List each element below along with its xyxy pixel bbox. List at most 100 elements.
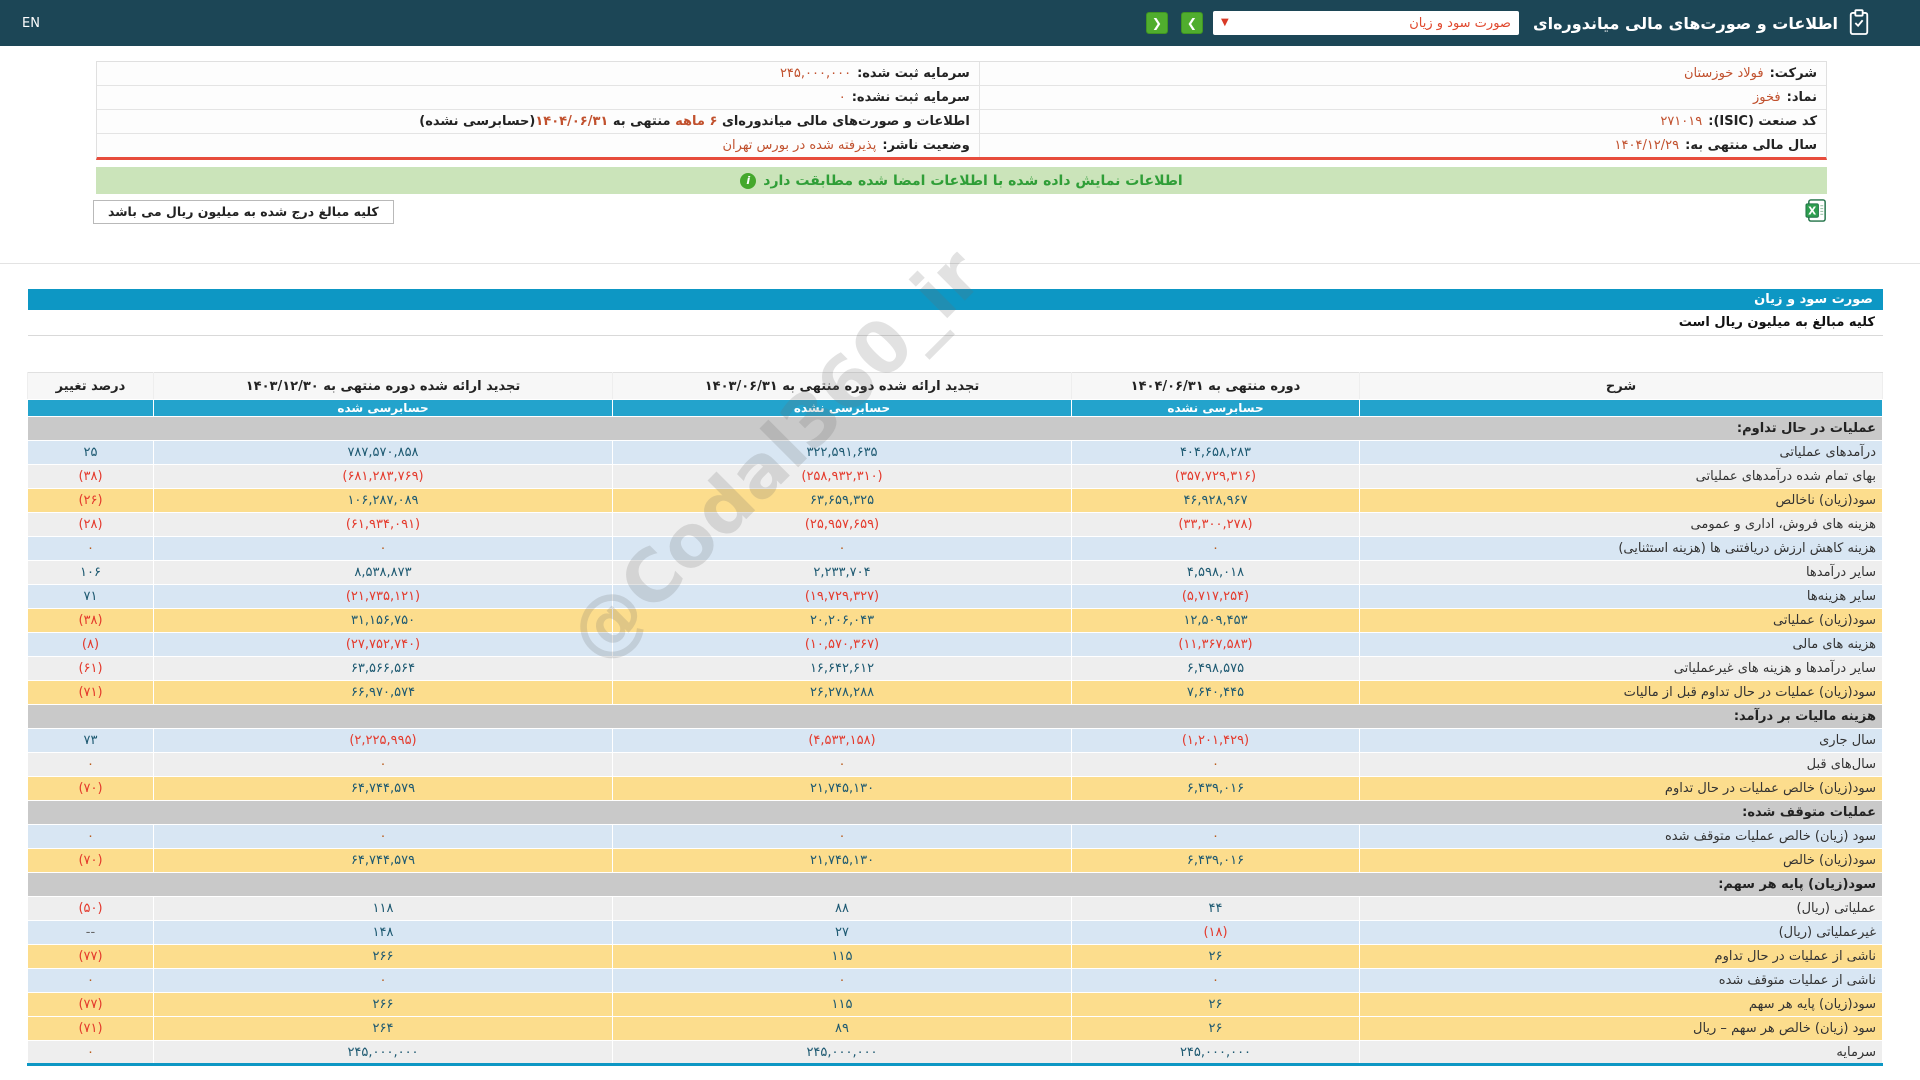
- period-description-cell: اطلاعات و صورت‌های مالی میاندوره‌ای ۶ ما…: [97, 110, 979, 133]
- period-desc-part1: اطلاعات و صورت‌های مالی میاندوره‌ای: [721, 114, 970, 129]
- cell-description: سود (زیان) خالص هر سهم – ریال: [1359, 1016, 1883, 1041]
- cell-description: سود(زیان) خالص: [1359, 848, 1883, 873]
- cell-period2: (۲۵۸,۹۳۲,۳۱۰): [612, 464, 1072, 489]
- header-audit-status-row: حسابرسی نشده حسابرسی نشده حسابرسی شده: [27, 399, 1883, 417]
- cell-description: سال جاری: [1359, 728, 1883, 753]
- cell-change-percent: (۷۰): [27, 776, 154, 801]
- section-row: هزینه مالیات بر درآمد:: [27, 704, 1883, 729]
- cell-change-percent: ۷۳: [27, 728, 154, 753]
- cell-period2: ۰: [612, 968, 1072, 993]
- symbol-cell: نماد: فخوز: [978, 86, 1826, 109]
- isic-label: کد صنعت (ISIC):: [1708, 114, 1817, 129]
- cell-description: درآمدهای عملیاتی: [1359, 440, 1883, 465]
- cell-period3: (۶۱,۹۳۴,۰۹۱): [153, 512, 613, 537]
- table-row: ناشی از عملیات متوقف شده ۰ ۰ ۰ ۰: [27, 968, 1883, 993]
- cell-description: سایر هزینه‌ها: [1359, 584, 1883, 609]
- clipboard-icon: [1849, 9, 1869, 35]
- cell-period2: ۲۷: [612, 920, 1072, 945]
- period-desc-part4: ۱۴۰۴/۰۶/۳۱: [535, 114, 609, 129]
- section-label: عملیات متوقف شده:: [27, 800, 1883, 825]
- cell-period1: ۰: [1071, 752, 1360, 777]
- isic-value: ۲۷۱۰۱۹: [1660, 114, 1703, 129]
- nav-back-button[interactable]: ❮: [1145, 12, 1168, 34]
- excel-export-button[interactable]: X: [1805, 199, 1828, 222]
- header-change-sub: [27, 399, 154, 417]
- cell-change-percent: ۲۵: [27, 440, 154, 465]
- period-desc-part3: منتهی به: [612, 114, 671, 129]
- cell-period3: ۲۶۶: [153, 944, 613, 969]
- table-row: سایر هزینه‌ها (۵,۷۱۷,۲۵۴) (۱۹,۷۲۹,۳۲۷) (…: [27, 584, 1883, 609]
- cell-change-percent: (۲۶): [27, 488, 154, 513]
- cell-description: غیرعملیاتی (ریال): [1359, 920, 1883, 945]
- cell-period2: ۲۰,۲۰۶,۰۴۳: [612, 608, 1072, 633]
- cell-period1: (۳۵۷,۷۲۹,۳۱۶): [1071, 464, 1360, 489]
- unregistered-capital-cell: سرمایه ثبت نشده: ۰: [97, 86, 979, 109]
- cell-period1: ۶,۴۹۸,۵۷۵: [1071, 656, 1360, 681]
- cell-period3: ۶۳,۵۶۶,۵۶۴: [153, 656, 613, 681]
- cell-period2: ۲,۲۳۳,۷۰۴: [612, 560, 1072, 585]
- cell-period1: ۰: [1071, 824, 1360, 849]
- cell-change-percent: ۰: [27, 824, 154, 849]
- registered-capital-cell: سرمایه ثبت شده: ۲۴۵,۰۰۰,۰۰۰: [97, 62, 979, 85]
- table-row: سود(زیان) عملیات در حال تداوم قبل از مال…: [27, 680, 1883, 705]
- info-row-company: شرکت: فولاد خوزستان سرمایه ثبت شده: ۲۴۵,…: [97, 62, 1826, 86]
- period-desc-part5: (حسابرسی نشده): [419, 114, 536, 129]
- registered-capital-label: سرمایه ثبت شده:: [857, 66, 970, 81]
- cell-change-percent: ۱۰۶: [27, 560, 154, 585]
- cell-period3: (۶۸۱,۲۸۳,۷۶۹): [153, 464, 613, 489]
- language-toggle[interactable]: EN: [22, 16, 40, 31]
- table-row: سود(زیان) پایه هر سهم ۲۶ ۱۱۵ ۲۶۶ (۷۷): [27, 992, 1883, 1017]
- table-row: هزینه کاهش ارزش دریافتنی ها (هزینه استثن…: [27, 536, 1883, 561]
- header-period3: تجدید ارائه شده دوره منتهی به ۱۴۰۳/۱۲/۳۰: [153, 372, 613, 400]
- cell-period2: ۶۳,۶۵۹,۳۲۵: [612, 488, 1072, 513]
- nav-forward-button[interactable]: ❯: [1180, 12, 1203, 34]
- statement-title-bar: صورت سود و زیان: [28, 289, 1883, 310]
- table-row: سال‌های قبل ۰ ۰ ۰ ۰: [27, 752, 1883, 777]
- cell-period2: ۰: [612, 824, 1072, 849]
- cell-period3: ۱۱۸: [153, 896, 613, 921]
- cell-period3: ۶۴,۷۴۴,۵۷۹: [153, 776, 613, 801]
- table-row: درآمدهای عملیاتی ۴۰۴,۶۵۸,۲۸۳ ۳۲۲,۵۹۱,۶۳۵…: [27, 440, 1883, 465]
- cell-period1: ۴۶,۹۲۸,۹۶۷: [1071, 488, 1360, 513]
- cell-description: بهای تمام شده درآمدهای عملیاتی: [1359, 464, 1883, 489]
- cell-description: سود(زیان) پایه هر سهم: [1359, 992, 1883, 1017]
- header-period1: دوره منتهی به ۱۴۰۴/۰۶/۳۱: [1071, 372, 1360, 400]
- cell-period1: ۷,۶۴۰,۴۴۵: [1071, 680, 1360, 705]
- page-title: اطلاعات و صورت‌های مالی میاندوره‌ای: [1532, 13, 1838, 33]
- cell-period3: ۸,۵۳۸,۸۷۳: [153, 560, 613, 585]
- cell-period2: ۲۴۵,۰۰۰,۰۰۰: [612, 1040, 1072, 1065]
- info-icon: i: [740, 172, 757, 189]
- symbol-value: فخوز: [1753, 90, 1781, 105]
- signature-match-text: اطلاعات نمایش داده شده با اطلاعات امضا ش…: [763, 172, 1183, 189]
- issuer-status-label: وضعیت ناشر:: [882, 138, 970, 153]
- table-row: بهای تمام شده درآمدهای عملیاتی (۳۵۷,۷۲۹,…: [27, 464, 1883, 489]
- cell-description: ناشی از عملیات در حال تداوم: [1359, 944, 1883, 969]
- excel-icon: X: [1805, 199, 1826, 222]
- section-row: عملیات در حال تداوم:: [27, 416, 1883, 441]
- cell-change-percent: ۷۱: [27, 584, 154, 609]
- table-row: عملیاتی (ریال) ۴۴ ۸۸ ۱۱۸ (۵۰): [27, 896, 1883, 921]
- section-label: سود(زیان) پایه هر سهم:: [27, 872, 1883, 897]
- isic-cell: کد صنعت (ISIC): ۲۷۱۰۱۹: [978, 110, 1826, 133]
- cell-period1: ۶,۴۳۹,۰۱۶: [1071, 776, 1360, 801]
- cell-description: سایر درآمدها و هزینه های غیرعملیاتی: [1359, 656, 1883, 681]
- cell-period1: (۱۸): [1071, 920, 1360, 945]
- statement-type-select[interactable]: صورت سود و زیان ▼: [1212, 11, 1519, 35]
- cell-period2: ۲۱,۷۴۵,۱۳۰: [612, 776, 1072, 801]
- cell-description: ناشی از عملیات متوقف شده: [1359, 968, 1883, 993]
- section-divider: [0, 263, 1920, 264]
- cell-description: سود (زیان) خالص عملیات متوقف شده: [1359, 824, 1883, 849]
- cell-period2: (۱۰,۵۷۰,۳۶۷): [612, 632, 1072, 657]
- cell-period3: ۱۰۶,۲۸۷,۰۸۹: [153, 488, 613, 513]
- cell-change-percent: (۲۸): [27, 512, 154, 537]
- cell-description: سایر درآمدها: [1359, 560, 1883, 585]
- cell-description: سود(زیان) عملیاتی: [1359, 608, 1883, 633]
- table-row: هزینه های فروش، اداری و عمومی (۳۳,۳۰۰,۲۷…: [27, 512, 1883, 537]
- chevron-down-icon: ▼: [1220, 17, 1229, 28]
- amounts-unit-note-box: کلیه مبالغ درج شده به میلیون ریال می باش…: [93, 200, 394, 224]
- cell-description: هزینه های مالی: [1359, 632, 1883, 657]
- cell-description: هزینه های فروش، اداری و عمومی: [1359, 512, 1883, 537]
- table-row: سایر درآمدها ۴,۵۹۸,۰۱۸ ۲,۲۳۳,۷۰۴ ۸,۵۳۸,۸…: [27, 560, 1883, 585]
- cell-period1: (۱۱,۳۶۷,۵۸۳): [1071, 632, 1360, 657]
- cell-period2: ۲۱,۷۴۵,۱۳۰: [612, 848, 1072, 873]
